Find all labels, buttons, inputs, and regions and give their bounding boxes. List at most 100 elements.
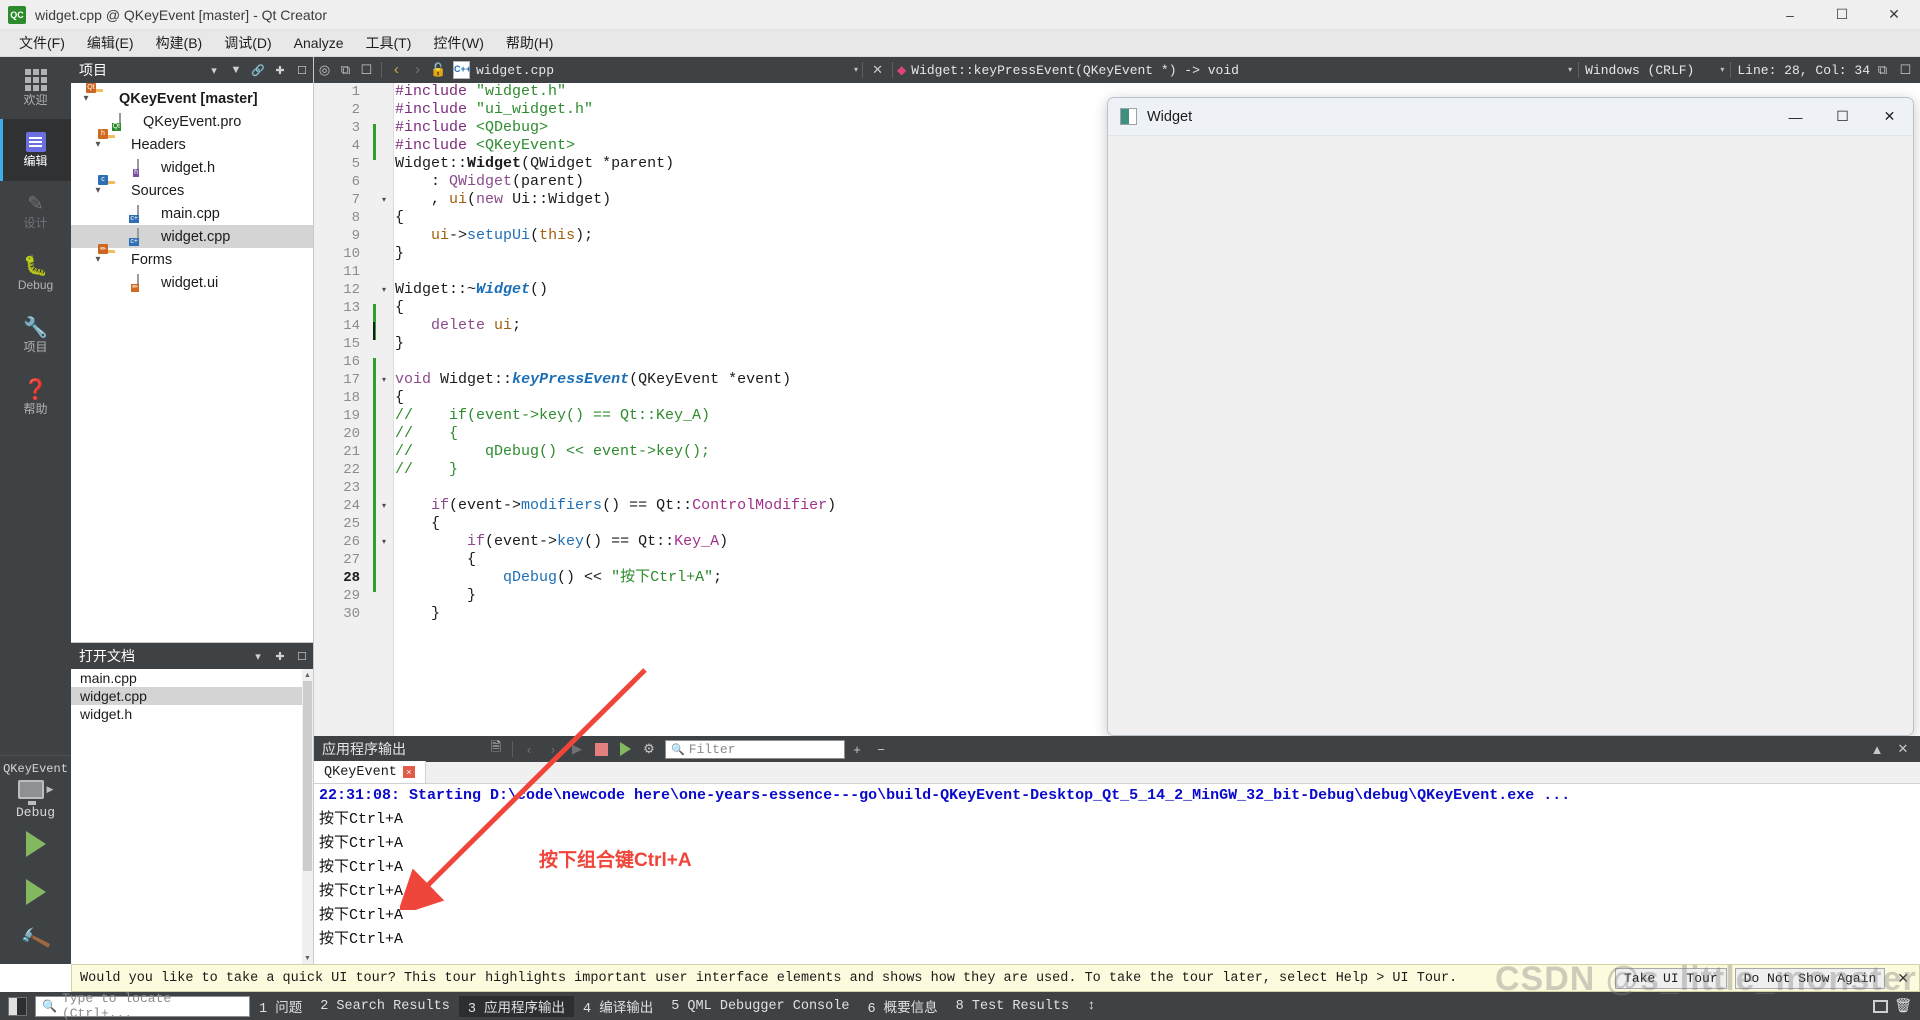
widget-close-button[interactable]: ✕ [1866, 98, 1913, 136]
chevron-down-icon[interactable]: ▾ [89, 185, 107, 196]
fold-toggle-icon[interactable]: ▾ [376, 497, 392, 515]
mode-debug[interactable]: 🐛 Debug [0, 243, 71, 305]
encoding-chevron-down-icon[interactable]: ▾ [1720, 65, 1724, 75]
unlock-icon[interactable]: 🔓 [428, 57, 449, 83]
menu-file[interactable]: 文件(F) [8, 30, 76, 56]
close-editor-icon[interactable]: ☐ [1895, 57, 1916, 83]
status-tab-test-results[interactable]: 8 Test Results [947, 999, 1078, 1014]
tree-item-sources[interactable]: ▾ c Sources [71, 174, 313, 202]
target-icon[interactable]: ◎ [314, 57, 335, 83]
fold-toggle-icon[interactable]: ▾ [376, 371, 392, 389]
menu-analyze[interactable]: Analyze [283, 32, 355, 54]
tree-item-project[interactable]: ▾ Qt QKeyEvent [master] [71, 83, 313, 110]
prev-icon[interactable]: ‹ [517, 736, 541, 762]
close-icon[interactable]: ☐ [291, 59, 313, 81]
locator-input[interactable]: 🔍 Type to locate (Ctrl+... [35, 991, 250, 1020]
tree-item-main-cpp[interactable]: ▾ c+ main.cpp [71, 202, 313, 225]
open-doc-widget-h[interactable]: widget.h [71, 705, 313, 723]
stop-icon[interactable] [589, 736, 613, 762]
sidebar-toggle-icon[interactable] [8, 996, 27, 1016]
split-icon[interactable]: ✚ [269, 645, 291, 667]
fold-toggle-icon[interactable]: ▾ [376, 281, 392, 299]
chevron-down-icon[interactable]: ▾ [854, 65, 858, 75]
split-icon[interactable]: ✚ [269, 59, 291, 81]
tree-item-headers[interactable]: ▾ h Headers [71, 128, 313, 156]
status-tab-general-messages[interactable]: 6 概要信息 [858, 996, 946, 1017]
symbol-chevron-down-icon[interactable]: ▾ [1568, 65, 1572, 75]
chevron-down-icon[interactable]: ▾ [77, 93, 95, 104]
open-doc-widget-cpp[interactable]: widget.cpp [71, 687, 313, 705]
tree-item-widget-ui[interactable]: ▾ ✏ widget.ui [71, 271, 313, 294]
symbol-combo-label[interactable]: Widget::keyPressEvent(QKeyEvent *) -> vo… [911, 63, 1239, 78]
line-ending-label[interactable]: Windows (CRLF) [1585, 63, 1694, 78]
close-split-icon[interactable]: ☐ [356, 57, 377, 83]
mode-edit[interactable]: 编辑 [0, 119, 71, 181]
scroll-up-arrow-icon[interactable]: ▲ [302, 669, 313, 681]
open-doc-main-cpp[interactable]: main.cpp [71, 669, 313, 687]
chevron-down-icon[interactable]: ▾ [203, 59, 225, 81]
start-debugging-button[interactable] [0, 868, 71, 916]
maximize-button[interactable]: ☐ [1816, 0, 1868, 30]
widget-minimize-button[interactable]: — [1772, 98, 1819, 136]
menu-widgets[interactable]: 控件(W) [422, 30, 495, 56]
status-tab-application-output[interactable]: 3 应用程序输出 [458, 995, 575, 1017]
chevron-down-icon[interactable]: ▾ [247, 645, 269, 667]
minimize-pane-icon[interactable] [1873, 999, 1889, 1013]
next-item-icon[interactable]: ▶ [565, 736, 589, 762]
output-tab-qkeyevent[interactable]: QKeyEvent × [314, 761, 426, 783]
close-icon[interactable]: × [402, 766, 415, 778]
open-file-combo[interactable]: C++ widget.cpp [453, 61, 554, 79]
select-all-icon[interactable]: 🗎 [484, 736, 508, 762]
widget-application-window[interactable]: Widget — ☐ ✕ [1107, 97, 1914, 736]
menu-edit[interactable]: 编辑(E) [76, 30, 145, 56]
scroll-thumb[interactable] [303, 681, 312, 871]
fold-toggle-icon[interactable]: ▾ [376, 533, 392, 551]
close-pane-icon[interactable]: 🗑 [1894, 998, 1912, 1015]
tree-item-forms[interactable]: ▾ ✏ Forms [71, 243, 313, 271]
chevron-down-icon[interactable]: ▾ [89, 139, 107, 150]
link-icon[interactable]: 🔗 [247, 59, 269, 81]
close-icon[interactable]: ✕ [1893, 970, 1913, 987]
widget-maximize-button[interactable]: ☐ [1819, 98, 1866, 136]
take-ui-tour-button[interactable]: Take UI Tour [1615, 967, 1727, 989]
status-tabs-overflow-icon[interactable]: ↕ [1078, 999, 1104, 1014]
navigate-back-button[interactable]: ‹ [386, 57, 407, 83]
split-editor-icon[interactable]: ⧉ [1872, 57, 1893, 83]
split-icon[interactable]: ⧉ [335, 57, 356, 83]
mode-design[interactable]: ✎ 设计 [0, 181, 71, 243]
decrease-font-button[interactable]: − [869, 736, 893, 762]
settings-icon[interactable]: ⚙ [637, 736, 661, 762]
scroll-down-arrow-icon[interactable]: ▼ [302, 952, 313, 964]
filter-icon[interactable]: ▼ [225, 59, 247, 81]
status-tab-issues[interactable]: 1 问题 [250, 996, 311, 1017]
menu-help[interactable]: 帮助(H) [495, 30, 564, 56]
close-icon[interactable]: ✕ [1891, 736, 1915, 762]
menu-debug[interactable]: 调试(D) [213, 30, 282, 56]
mode-welcome[interactable]: 欢迎 [0, 57, 71, 119]
close-icon[interactable]: ☐ [291, 645, 313, 667]
menu-tools[interactable]: 工具(T) [354, 30, 422, 56]
output-filter-input[interactable]: 🔍 Filter [665, 739, 845, 759]
chevron-up-icon[interactable]: ▲ [1865, 736, 1889, 762]
mode-projects[interactable]: 🔧 项目 [0, 305, 71, 367]
open-documents-scrollbar[interactable]: ▲ ▼ [302, 669, 313, 964]
menu-build[interactable]: 构建(B) [145, 30, 214, 56]
rerun-icon[interactable] [613, 736, 637, 762]
build-button[interactable]: 🔨 [0, 916, 71, 964]
increase-font-button[interactable]: + [845, 736, 869, 762]
run-button[interactable] [0, 820, 71, 868]
navigate-forward-button[interactable]: › [407, 57, 428, 83]
kit-selector[interactable]: ▶ [17, 780, 53, 805]
chevron-down-icon[interactable]: ▾ [89, 254, 107, 265]
minimize-button[interactable]: – [1764, 0, 1816, 30]
mode-help[interactable]: ❓ 帮助 [0, 367, 71, 429]
fold-toggle-icon[interactable]: ▾ [376, 191, 392, 209]
status-tab-qml-debugger-console[interactable]: 5 QML Debugger Console [662, 999, 858, 1014]
close-document-button[interactable]: ✕ [867, 57, 888, 83]
status-tab-compile-output[interactable]: 4 编译输出 [574, 996, 662, 1017]
output-pane-body[interactable]: 22:31:08: Starting D:\code\newcode here\… [314, 784, 1920, 964]
next-icon[interactable]: › [541, 736, 565, 762]
status-tab-search-results[interactable]: 2 Search Results [311, 999, 459, 1014]
close-button[interactable]: ✕ [1868, 0, 1920, 30]
do-not-show-again-button[interactable]: Do Not Show Again [1734, 967, 1886, 989]
